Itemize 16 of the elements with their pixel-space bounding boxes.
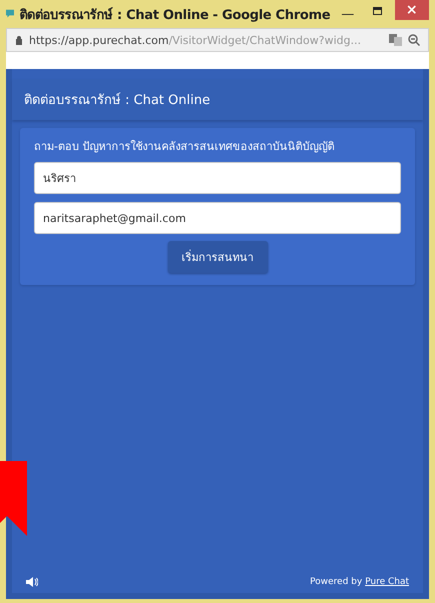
prompt-text: ถาม-ตอบ ปัญหาการใช้งานคลังสารสนเทศของสถาบันนิติบัญญัติ (34, 139, 336, 155)
start-chat-button[interactable]: เริ่มการสนทนา (168, 241, 268, 273)
close-button[interactable]: × (394, 0, 429, 20)
powered-by-text: Powered by (310, 577, 362, 587)
pure-chat-link[interactable]: Pure Chat (365, 577, 409, 587)
chat-header: ติดต่อบรรณารักษ์ : Chat Online (12, 79, 423, 120)
speaker-icon[interactable] (26, 577, 38, 587)
translate-icon[interactable] (389, 34, 402, 46)
zoom-icon[interactable] (408, 34, 420, 46)
lock-icon (15, 35, 23, 45)
minimize-button[interactable]: — (335, 6, 360, 22)
input-field[interactable]: นริศรา (34, 162, 401, 194)
chat-icon (6, 8, 14, 20)
window-title: ติดต่อบรรณารักษ์ : Chat Online - Google Chrome (19, 6, 330, 24)
input-field[interactable]: naritsaraphet@gmail.com (34, 202, 401, 234)
maximize-button[interactable] (373, 7, 382, 15)
